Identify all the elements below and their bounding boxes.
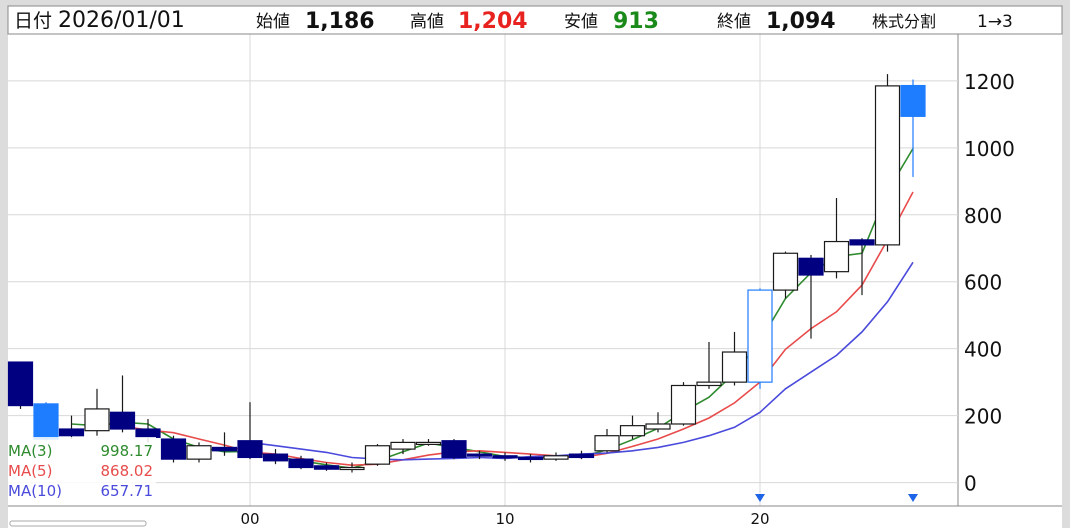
candle-body (517, 456, 544, 461)
y-tick-label: 400 (964, 338, 1002, 362)
date-value: 2026/01/01 (58, 8, 185, 33)
candle-body (415, 441, 442, 445)
close-label: 終値 (717, 12, 751, 32)
legend-ma5-label: MA(5) (8, 462, 52, 480)
y-tick-label: 600 (964, 271, 1002, 295)
candle-body (568, 453, 595, 459)
candle-body (441, 440, 467, 459)
open-label: 始値 (256, 12, 290, 32)
x-tick-label: 00 (240, 510, 259, 528)
candle-body (900, 84, 926, 117)
candle-body (645, 423, 671, 430)
legend-ma3-value: 998.17 (101, 442, 154, 460)
y-tick-label: 1200 (964, 70, 1015, 94)
y-tick-label: 800 (964, 204, 1002, 228)
legend-ma3-label: MA(3) (8, 442, 52, 460)
close-value: 1,094 (766, 9, 836, 34)
high-value: 1,204 (458, 9, 528, 34)
candle-body (696, 381, 722, 387)
candle-body (288, 458, 314, 469)
candle-body (364, 445, 391, 465)
candle-body (390, 441, 416, 450)
candle-body (747, 289, 773, 383)
candle-body (466, 453, 493, 457)
candle-body (211, 446, 238, 452)
candle-body (313, 465, 340, 470)
candle-body (33, 403, 59, 440)
candle-body (262, 453, 289, 462)
candle-body (721, 351, 748, 383)
candle-body (135, 428, 161, 438)
candle-body (7, 361, 34, 407)
candle-body (186, 445, 212, 460)
candle (441, 439, 467, 460)
candle-body (237, 440, 263, 459)
x-axis-strip (8, 506, 1062, 528)
candle-body (160, 438, 187, 460)
split-value: 1→3 (977, 12, 1013, 32)
candle-body (594, 435, 620, 452)
low-label: 安値 (564, 12, 598, 32)
candle-body (58, 428, 85, 437)
candle-body (670, 384, 697, 425)
stock-chart: 0 200 400 600 800 1000 1200 日付 2026/01/01 始値 1… (0, 0, 1070, 528)
legend-ma10-value: 657.71 (101, 482, 154, 500)
candle (186, 442, 212, 463)
candle-body (339, 466, 365, 471)
candle (364, 444, 391, 466)
candle-body (84, 408, 110, 432)
date-label: 日付 (14, 10, 52, 32)
candle-body (543, 455, 569, 460)
y-tick-label: 0 (964, 472, 977, 496)
candle (874, 74, 901, 252)
candle-body (798, 257, 824, 276)
legend-ma10-label: MA(10) (8, 482, 62, 500)
open-value: 1,186 (305, 9, 375, 34)
split-label: 株式分割 (872, 12, 936, 31)
candle (7, 361, 34, 409)
high-label: 高値 (410, 12, 444, 32)
low-value: 913 (613, 9, 659, 34)
candle-body (109, 411, 136, 430)
candle-body (874, 85, 901, 246)
candle (747, 288, 773, 389)
candle-body (619, 425, 646, 437)
y-tick-label: 1000 (964, 137, 1015, 161)
candle-body (823, 240, 850, 273)
candle (160, 435, 187, 463)
candle-body (492, 455, 518, 459)
x-tick-label: 20 (750, 510, 769, 528)
y-tick-label: 200 (964, 405, 1002, 429)
candle-body (772, 252, 799, 291)
x-tick-label: 10 (495, 510, 514, 528)
candle (33, 402, 59, 441)
legend-ma5-value: 868.02 (101, 462, 154, 480)
candle (670, 382, 697, 426)
candle-body (849, 239, 875, 246)
chart-canvas: 020040060080010001200 日付 2026/01/01 始値 1… (7, 5, 1063, 528)
